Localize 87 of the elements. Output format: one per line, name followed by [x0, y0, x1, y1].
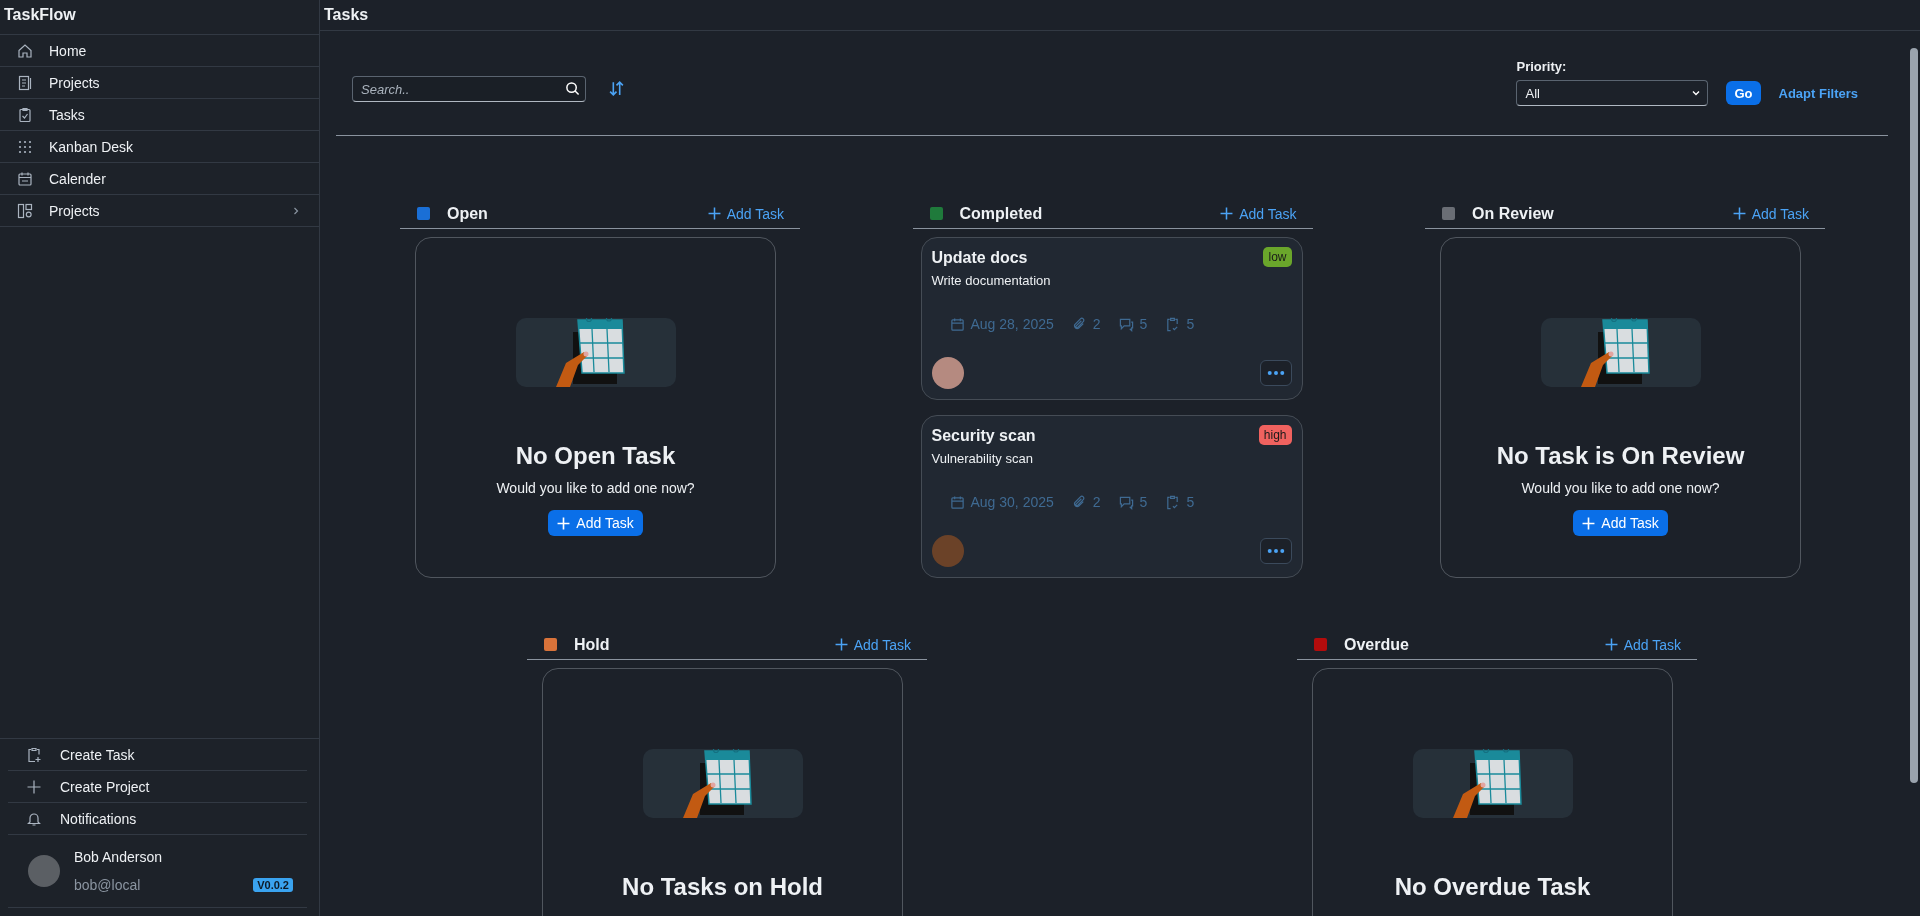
priority-tag: low [1263, 247, 1292, 267]
paperclip-icon [1071, 316, 1087, 332]
empty-state-title: No Overdue Task [1394, 873, 1591, 901]
task-card[interactable]: Update docs low Write documentation Aug 28, 2025 2 5 5 [920, 237, 1303, 400]
attachment-count: 2 [1092, 494, 1101, 510]
plus-icon [1732, 207, 1746, 220]
comment-icon [1118, 494, 1134, 510]
user-email: bob@local [74, 877, 141, 893]
column-title: On Review [1472, 204, 1555, 223]
page-title: Tasks [320, 0, 1920, 31]
task-description: Write documentation [931, 273, 1052, 288]
plus-icon [1220, 207, 1234, 220]
add-task-link[interactable]: Add Task [1732, 205, 1809, 222]
avatar [931, 357, 964, 389]
empty-state-title: No Open Task [515, 442, 676, 470]
plus-icon [557, 516, 571, 530]
plus-icon [834, 638, 848, 651]
clipboard-check-icon [1165, 316, 1181, 332]
sidebar-item[interactable]: Projects [0, 195, 319, 227]
home-icon [17, 42, 33, 59]
due-date: Aug 30, 2025 [970, 494, 1054, 510]
clipboard-check-icon [1165, 494, 1181, 510]
comment-count: 5 [1139, 316, 1148, 332]
avatar [931, 535, 964, 567]
sidebar-item[interactable]: Calender [0, 163, 319, 195]
subtask-count: 5 [1186, 494, 1195, 510]
more-icon [1266, 370, 1285, 376]
add-task-button[interactable]: Add Task [1573, 510, 1668, 536]
sidebar-item[interactable]: Kanban Desk [0, 131, 319, 163]
sidebar-action[interactable]: Notifications [8, 803, 307, 835]
go-button[interactable]: Go [1726, 81, 1761, 105]
clipboard-plus-icon [26, 746, 42, 763]
attachment-count: 2 [1092, 316, 1101, 332]
priority-select[interactable]: All [1516, 80, 1709, 106]
calendar-icon [949, 494, 965, 510]
search-field[interactable]: Search.. [352, 76, 586, 102]
sidebar-action[interactable]: Create Project [8, 771, 307, 803]
comment-count: 5 [1139, 494, 1148, 510]
sidebar-item[interactable]: Home [0, 35, 319, 67]
task-card[interactable]: Security scan high Vulnerability scan Aug 30, 2025 2 5 5 [920, 415, 1303, 578]
plus-icon [707, 207, 721, 220]
paperclip-icon [1071, 494, 1087, 510]
more-button[interactable] [1259, 538, 1292, 564]
empty-state-title: No Tasks on Hold [622, 873, 823, 901]
user-name: Bob Anderson [74, 849, 163, 865]
add-task-link[interactable]: Add Task [1604, 636, 1681, 653]
empty-state-message: Would you like to add one now? [496, 480, 695, 496]
task-title: Security scan [931, 427, 1036, 445]
sidebar-item[interactable]: Tasks [0, 99, 319, 131]
add-task-link[interactable]: Add Task [834, 636, 911, 653]
bell-icon [26, 810, 42, 827]
avatar [28, 855, 60, 887]
sidebar-item[interactable]: Projects [0, 67, 319, 99]
column-title: Completed [959, 204, 1044, 223]
layout-icon [17, 202, 33, 219]
add-task-link[interactable]: Add Task [707, 205, 784, 222]
add-task-link[interactable]: Add Task [1220, 205, 1297, 222]
comment-icon [1118, 316, 1134, 332]
calendar-icon [949, 316, 965, 332]
app-name: TaskFlow [0, 0, 319, 35]
plus-icon [26, 778, 42, 795]
more-button[interactable] [1259, 360, 1292, 386]
document-icon [17, 74, 33, 91]
column-title: Overdue [1344, 635, 1410, 654]
task-description: Vulnerability scan [931, 451, 1034, 466]
task-title: Update docs [931, 249, 1028, 267]
calendar-icon [17, 170, 33, 187]
more-icon [1266, 548, 1285, 554]
empty-state-message: Would you like to add one now? [1521, 480, 1720, 496]
priority-label: Priority: [1516, 59, 1568, 74]
caret-icon [1691, 88, 1702, 98]
sidebar-action[interactable]: Create Task [8, 739, 307, 771]
empty-state-title: No Task is On Review [1496, 442, 1745, 470]
dots-grid-icon [17, 138, 33, 155]
sort-icon[interactable] [608, 80, 625, 97]
plus-icon [1582, 516, 1596, 530]
plus-icon [1604, 638, 1618, 651]
search-icon [565, 81, 580, 96]
column-title: Open [447, 204, 489, 223]
subtask-count: 5 [1186, 316, 1195, 332]
priority-tag: high [1258, 425, 1292, 445]
adapt-filters-link[interactable]: Adapt Filters [1778, 85, 1858, 101]
clipboard-check-icon [17, 106, 33, 123]
column-title: Hold [574, 635, 611, 654]
version-badge: V0.0.2 [253, 878, 293, 892]
due-date: Aug 28, 2025 [970, 316, 1054, 332]
add-task-button[interactable]: Add Task [548, 510, 643, 536]
